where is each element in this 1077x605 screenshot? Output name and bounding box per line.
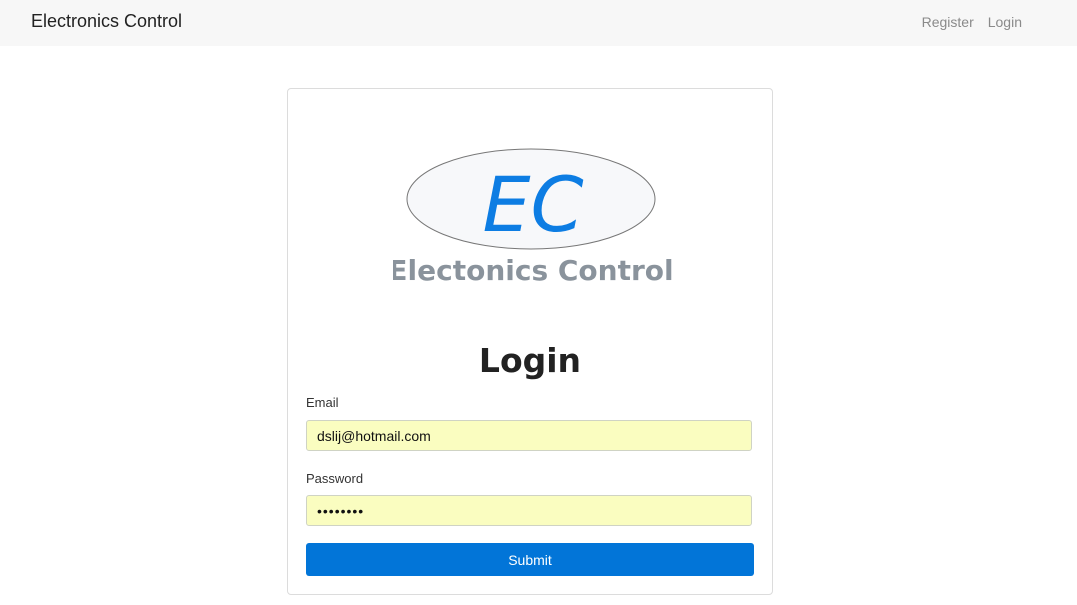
password-label: Password: [306, 471, 364, 486]
navbar-brand[interactable]: Electronics Control: [31, 11, 182, 32]
logo-wordmark: Electonics Control: [393, 254, 673, 287]
logo-initials: EC: [482, 160, 583, 249]
password-field[interactable]: [306, 495, 752, 526]
nav-link-register[interactable]: Register: [922, 14, 974, 30]
nav-link-login[interactable]: Login: [988, 14, 1022, 30]
submit-button[interactable]: Submit: [306, 543, 754, 576]
email-field[interactable]: [306, 420, 752, 451]
page-title: Login: [478, 341, 582, 380]
login-card: EC Electonics Control Login Email Passwo…: [287, 88, 773, 595]
logo: EC Electonics Control: [393, 148, 673, 287]
navbar: Electronics Control Register Login: [0, 0, 1077, 46]
email-label: Email: [306, 395, 339, 410]
navbar-links: Register Login: [922, 14, 1022, 30]
